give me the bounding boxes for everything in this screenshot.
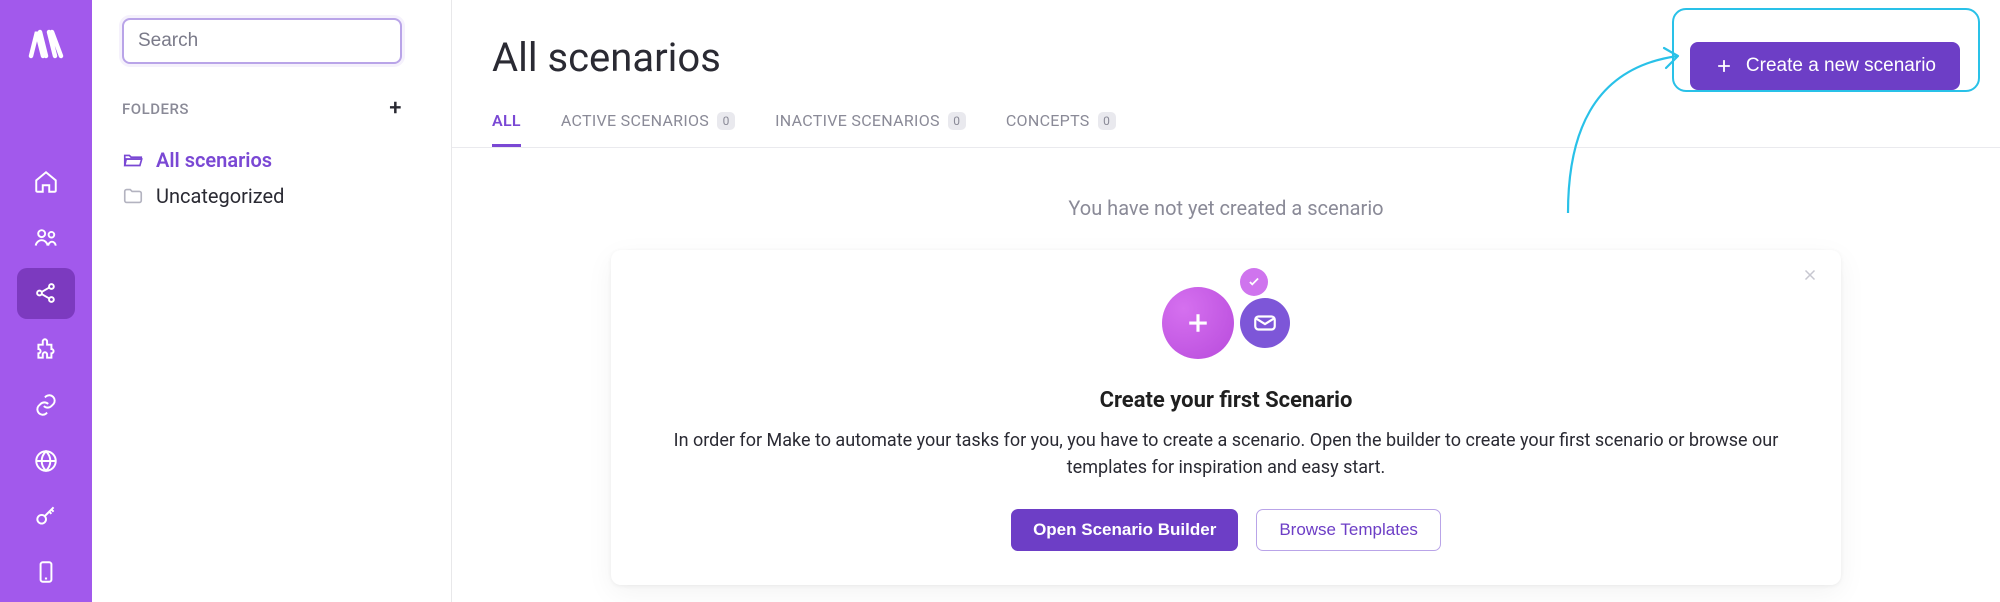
tab-count-badge: 0 <box>717 112 735 130</box>
add-folder-button[interactable]: + <box>389 98 402 120</box>
folder-item-all-scenarios[interactable]: All scenarios <box>122 142 427 178</box>
create-scenario-button[interactable]: Create a new scenario <box>1690 42 1960 90</box>
app-logo[interactable] <box>28 26 64 66</box>
plus-icon <box>1714 56 1734 76</box>
main-content: All scenarios ALL ACTIVE SCENARIOS 0 INA… <box>452 0 2000 602</box>
folder-label: All scenarios <box>156 148 272 172</box>
tab-count-badge: 0 <box>1098 112 1116 130</box>
page-title: All scenarios <box>492 34 1690 81</box>
plus-bubble-icon <box>1162 287 1234 359</box>
create-button-label: Create a new scenario <box>1746 55 1936 77</box>
tab-count-badge: 0 <box>948 112 966 130</box>
tab-inactive-scenarios[interactable]: INACTIVE SCENARIOS 0 <box>775 111 966 147</box>
tab-label: INACTIVE SCENARIOS <box>775 111 940 130</box>
onboarding-card: Create your first Scenario In order for … <box>611 250 1841 585</box>
card-title: Create your first Scenario <box>647 388 1805 413</box>
nav-rail <box>0 0 92 602</box>
folder-label: Uncategorized <box>156 184 284 208</box>
folder-open-icon <box>122 149 144 171</box>
nav-home-icon[interactable] <box>17 156 75 208</box>
check-bubble-icon <box>1240 268 1268 296</box>
nav-puzzle-icon[interactable] <box>17 323 75 375</box>
folders-heading: FOLDERS <box>122 100 189 118</box>
open-scenario-builder-button[interactable]: Open Scenario Builder <box>1011 509 1238 551</box>
empty-state-hint: You have not yet created a scenario <box>452 196 2000 220</box>
folder-panel: FOLDERS + All scenarios Uncategorized <box>92 0 452 602</box>
nav-link-icon[interactable] <box>17 379 75 431</box>
tab-label: ALL <box>492 111 521 130</box>
mail-bubble-icon <box>1240 298 1290 348</box>
tab-label: ACTIVE SCENARIOS <box>561 111 709 130</box>
tab-active-scenarios[interactable]: ACTIVE SCENARIOS 0 <box>561 111 735 147</box>
nav-users-icon[interactable] <box>17 212 75 264</box>
tab-label: CONCEPTS <box>1006 111 1090 130</box>
nav-phone-icon[interactable] <box>17 546 75 598</box>
nav-key-icon[interactable] <box>17 491 75 543</box>
tabs: ALL ACTIVE SCENARIOS 0 INACTIVE SCENARIO… <box>492 111 1690 147</box>
search-input[interactable] <box>122 18 402 64</box>
browse-templates-button[interactable]: Browse Templates <box>1256 509 1441 551</box>
tab-concepts[interactable]: CONCEPTS 0 <box>1006 111 1116 147</box>
card-body: In order for Make to automate your tasks… <box>647 427 1805 481</box>
folder-icon <box>122 185 144 207</box>
tab-all[interactable]: ALL <box>492 111 521 147</box>
nav-globe-icon[interactable] <box>17 435 75 487</box>
card-graphic <box>647 268 1805 378</box>
nav-share-icon[interactable] <box>17 268 75 320</box>
folder-item-uncategorized[interactable]: Uncategorized <box>122 178 427 214</box>
